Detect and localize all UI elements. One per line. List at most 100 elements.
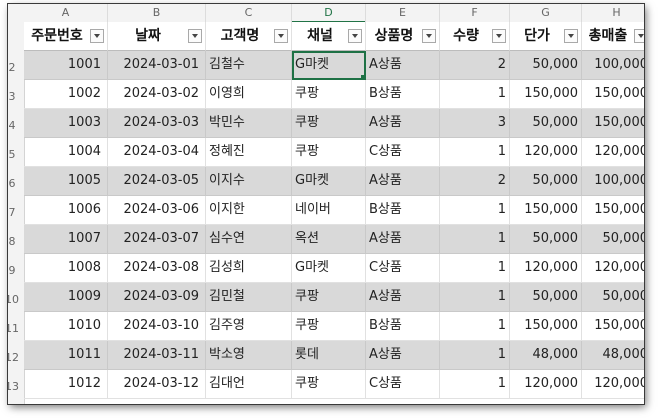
column-letter-d[interactable]: D — [292, 4, 366, 23]
table-cell[interactable]: 1 — [440, 341, 510, 370]
table-cell[interactable]: 50,000 — [510, 51, 582, 80]
table-cell[interactable]: 1 — [440, 254, 510, 283]
table-cell[interactable]: 1009 — [24, 283, 108, 312]
row-number[interactable]: 6 — [8, 177, 20, 190]
table-cell[interactable]: 쿠팡 — [292, 80, 366, 109]
table-cell[interactable]: 120,000 — [510, 138, 582, 167]
table-cell[interactable]: 롯데 — [292, 341, 366, 370]
column-header-cell[interactable]: 총매출 — [582, 22, 644, 51]
table-cell[interactable]: 2024-03-09 — [108, 283, 206, 312]
table-cell[interactable]: 120,000 — [582, 138, 644, 167]
table-cell[interactable]: 1005 — [24, 167, 108, 196]
table-cell[interactable]: 2024-03-05 — [108, 167, 206, 196]
table-cell[interactable]: 100,000 — [582, 167, 644, 196]
table-cell[interactable]: B상품 — [366, 312, 440, 341]
table-cell[interactable]: 1003 — [24, 109, 108, 138]
table-cell[interactable]: 김성희 — [206, 254, 292, 283]
table-cell[interactable]: 50,000 — [510, 167, 582, 196]
table-cell[interactable]: 옥션 — [292, 225, 366, 254]
table-cell[interactable]: 150,000 — [582, 109, 644, 138]
row-number[interactable]: 11 — [8, 322, 20, 335]
selected-cell[interactable]: G마켓 — [292, 51, 366, 80]
table-cell[interactable]: 이지한 — [206, 196, 292, 225]
table-cell[interactable]: G마켓 — [292, 167, 366, 196]
table-cell[interactable]: 150,000 — [582, 312, 644, 341]
row-number[interactable]: 10 — [8, 293, 20, 306]
table-cell[interactable]: 김민철 — [206, 283, 292, 312]
filter-dropdown-icon[interactable] — [348, 29, 362, 43]
table-cell[interactable]: 쿠팡 — [292, 109, 366, 138]
row-number[interactable]: 4 — [8, 119, 20, 132]
column-letter-b[interactable]: B — [108, 4, 206, 22]
filter-dropdown-icon[interactable] — [188, 29, 202, 43]
table-cell[interactable]: A상품 — [366, 51, 440, 80]
table-cell[interactable]: 150,000 — [510, 80, 582, 109]
table-cell[interactable]: 1 — [440, 370, 510, 399]
row-number[interactable]: 2 — [8, 61, 20, 74]
table-cell[interactable]: 1 — [440, 138, 510, 167]
table-cell[interactable]: 1 — [440, 283, 510, 312]
row-number[interactable]: 5 — [8, 148, 20, 161]
table-cell[interactable]: 김대언 — [206, 370, 292, 399]
filter-dropdown-icon[interactable] — [634, 29, 644, 43]
table-cell[interactable]: 2 — [440, 167, 510, 196]
filter-dropdown-icon[interactable] — [492, 29, 506, 43]
table-cell[interactable]: 2 — [440, 51, 510, 80]
table-cell[interactable]: 김주영 — [206, 312, 292, 341]
table-cell[interactable]: 100,000 — [582, 51, 644, 80]
table-cell[interactable]: 1012 — [24, 370, 108, 399]
table-cell[interactable]: 120,000 — [510, 370, 582, 399]
column-letter-h[interactable]: H — [582, 4, 644, 22]
table-cell[interactable]: 2024-03-11 — [108, 341, 206, 370]
row-number[interactable]: 9 — [8, 264, 20, 277]
table-cell[interactable]: 박민수 — [206, 109, 292, 138]
table-cell[interactable]: A상품 — [366, 167, 440, 196]
table-cell[interactable]: 48,000 — [510, 341, 582, 370]
row-number[interactable]: 3 — [8, 90, 20, 103]
table-cell[interactable]: 1001 — [24, 51, 108, 80]
table-cell[interactable]: 50,000 — [582, 283, 644, 312]
row-number[interactable]: 7 — [8, 206, 20, 219]
table-cell[interactable]: 50,000 — [582, 225, 644, 254]
column-letter-c[interactable]: C — [206, 4, 292, 22]
table-cell[interactable]: 김철수 — [206, 51, 292, 80]
table-cell[interactable]: 네이버 — [292, 196, 366, 225]
table-cell[interactable]: B상품 — [366, 196, 440, 225]
table-cell[interactable]: 2024-03-08 — [108, 254, 206, 283]
table-cell[interactable]: 2024-03-12 — [108, 370, 206, 399]
table-cell[interactable]: 쿠팡 — [292, 312, 366, 341]
table-cell[interactable]: 1002 — [24, 80, 108, 109]
table-cell[interactable]: 150,000 — [582, 80, 644, 109]
table-cell[interactable]: 2024-03-07 — [108, 225, 206, 254]
table-cell[interactable]: 2024-03-04 — [108, 138, 206, 167]
table-cell[interactable]: 1 — [440, 312, 510, 341]
table-cell[interactable]: 1 — [440, 225, 510, 254]
filter-dropdown-icon[interactable] — [274, 29, 288, 43]
table-cell[interactable]: 1 — [440, 196, 510, 225]
table-cell[interactable]: 120,000 — [582, 370, 644, 399]
column-letter-f[interactable]: F — [440, 4, 510, 22]
table-cell[interactable]: 1004 — [24, 138, 108, 167]
row-number[interactable]: 12 — [8, 351, 20, 364]
table-cell[interactable]: 1010 — [24, 312, 108, 341]
table-cell[interactable]: 쿠팡 — [292, 283, 366, 312]
column-header-cell[interactable]: 단가 — [510, 22, 582, 51]
table-cell[interactable]: 이영희 — [206, 80, 292, 109]
table-cell[interactable]: 150,000 — [510, 196, 582, 225]
table-cell[interactable]: 정혜진 — [206, 138, 292, 167]
table-cell[interactable]: 50,000 — [510, 225, 582, 254]
column-letter-a[interactable]: A — [24, 4, 108, 22]
table-cell[interactable]: 3 — [440, 109, 510, 138]
table-cell[interactable]: 박소영 — [206, 341, 292, 370]
table-cell[interactable]: 1011 — [24, 341, 108, 370]
table-cell[interactable]: 120,000 — [582, 254, 644, 283]
table-cell[interactable]: A상품 — [366, 109, 440, 138]
row-number[interactable]: 13 — [8, 380, 20, 393]
table-cell[interactable]: 쿠팡 — [292, 370, 366, 399]
table-cell[interactable]: 2024-03-10 — [108, 312, 206, 341]
table-cell[interactable]: 48,000 — [582, 341, 644, 370]
table-cell[interactable]: 1006 — [24, 196, 108, 225]
table-cell[interactable]: 이지수 — [206, 167, 292, 196]
table-cell[interactable]: 150,000 — [510, 312, 582, 341]
row-number[interactable]: 8 — [8, 235, 20, 248]
